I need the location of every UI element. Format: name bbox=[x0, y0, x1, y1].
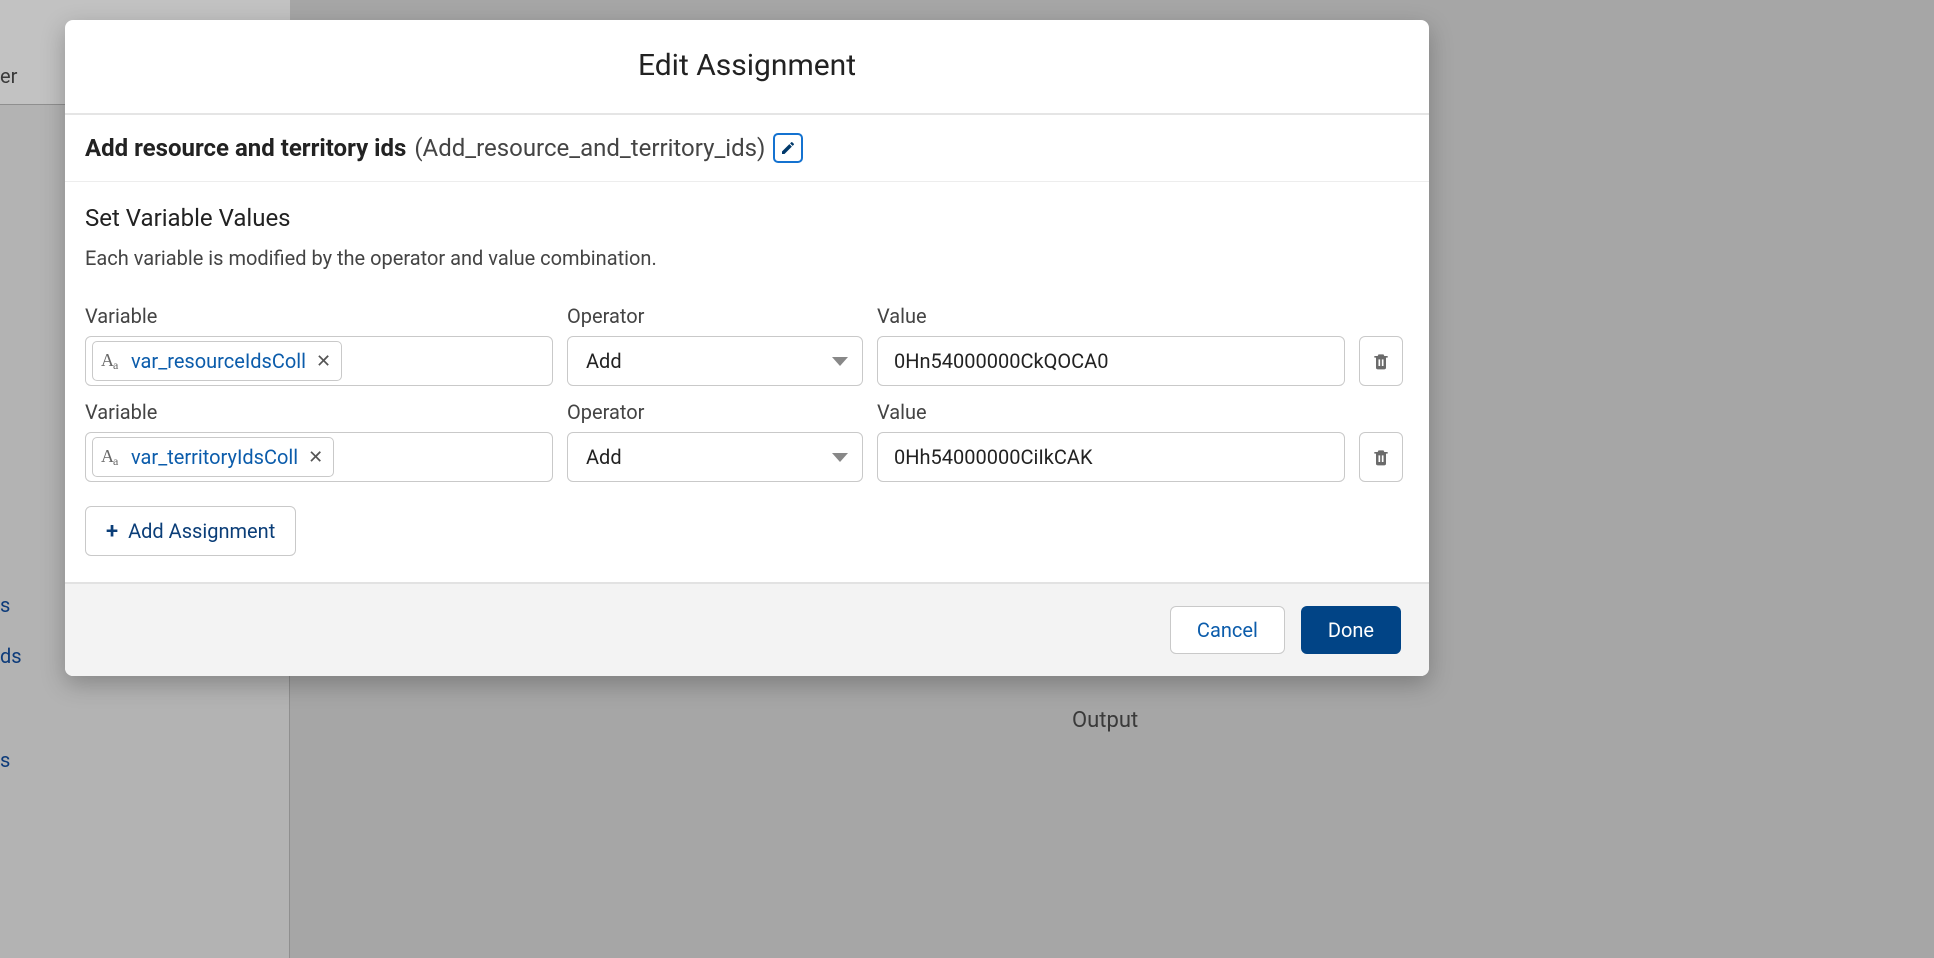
element-label: Add resource and territory ids bbox=[85, 134, 406, 162]
edit-assignment-modal: Edit Assignment Add resource and territo… bbox=[65, 20, 1429, 676]
operator-select[interactable]: Add bbox=[567, 432, 863, 482]
variable-input[interactable]: A var_resourceIdsColl ✕ bbox=[85, 336, 553, 386]
variable-name: var_territoryIdsColl bbox=[131, 445, 298, 469]
trash-icon bbox=[1371, 447, 1391, 467]
text-variable-icon: A bbox=[101, 446, 123, 468]
cancel-button[interactable]: Cancel bbox=[1170, 606, 1285, 654]
value-text: 0Hn54000000CkQOCA0 bbox=[894, 349, 1108, 373]
text-variable-icon: A bbox=[101, 350, 123, 372]
bg-frag-s2: s bbox=[0, 748, 10, 772]
delete-row-button[interactable] bbox=[1359, 432, 1403, 482]
value-input[interactable]: 0Hh54000000CiIkCAK bbox=[877, 432, 1345, 482]
value-text: 0Hh54000000CiIkCAK bbox=[894, 445, 1093, 469]
bg-frag-er: er bbox=[0, 64, 17, 88]
operator-value: Add bbox=[586, 445, 622, 469]
value-input[interactable]: 0Hn54000000CkQOCA0 bbox=[877, 336, 1345, 386]
assignment-row: Variable A var_territoryIdsColl ✕ Operat… bbox=[85, 400, 1409, 482]
chevron-down-icon bbox=[832, 357, 848, 366]
value-col-label: Value bbox=[877, 400, 1345, 424]
chevron-down-icon bbox=[832, 453, 848, 462]
assignment-row: Variable A var_resourceIdsColl ✕ Operato… bbox=[85, 304, 1409, 386]
plus-icon: + bbox=[106, 519, 118, 544]
operator-value: Add bbox=[586, 349, 622, 373]
variable-input[interactable]: A var_territoryIdsColl ✕ bbox=[85, 432, 553, 482]
operator-col-label: Operator bbox=[567, 400, 863, 424]
bg-frag-s1: s bbox=[0, 593, 10, 617]
variable-pill: A var_territoryIdsColl ✕ bbox=[92, 437, 334, 477]
modal-footer: Cancel Done bbox=[65, 582, 1429, 676]
section-help: Each variable is modified by the operato… bbox=[85, 246, 1409, 270]
element-api-name: (Add_resource_and_territory_ids) bbox=[414, 134, 765, 162]
element-name-bar: Add resource and territory ids (Add_reso… bbox=[65, 115, 1429, 182]
modal-title: Edit Assignment bbox=[85, 48, 1409, 83]
bg-frag-ds: ds bbox=[0, 644, 22, 668]
done-button[interactable]: Done bbox=[1301, 606, 1401, 654]
value-col-label: Value bbox=[877, 304, 1345, 328]
add-assignment-button[interactable]: + Add Assignment bbox=[85, 506, 296, 556]
pencil-icon bbox=[780, 140, 796, 156]
operator-col-label: Operator bbox=[567, 304, 863, 328]
background-output-label: Output bbox=[1072, 708, 1138, 733]
remove-pill-button[interactable]: ✕ bbox=[316, 351, 331, 372]
remove-pill-button[interactable]: ✕ bbox=[308, 447, 323, 468]
add-assignment-label: Add Assignment bbox=[128, 519, 275, 543]
modal-body: Set Variable Values Each variable is mod… bbox=[65, 182, 1429, 582]
edit-name-button[interactable] bbox=[773, 133, 803, 163]
section-title: Set Variable Values bbox=[85, 204, 1409, 232]
variable-pill: A var_resourceIdsColl ✕ bbox=[92, 341, 342, 381]
variable-col-label: Variable bbox=[85, 304, 553, 328]
delete-row-button[interactable] bbox=[1359, 336, 1403, 386]
modal-header: Edit Assignment bbox=[65, 20, 1429, 115]
variable-name: var_resourceIdsColl bbox=[131, 349, 306, 373]
trash-icon bbox=[1371, 351, 1391, 371]
operator-select[interactable]: Add bbox=[567, 336, 863, 386]
variable-col-label: Variable bbox=[85, 400, 553, 424]
